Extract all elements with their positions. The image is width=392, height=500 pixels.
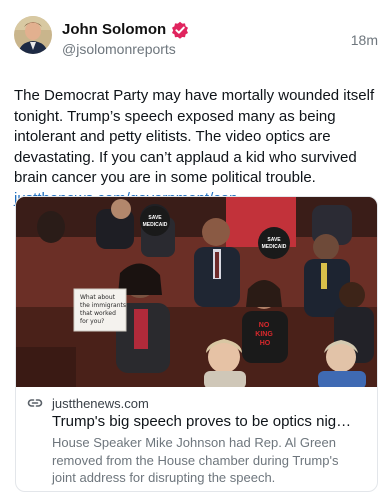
card-title[interactable]: Trump's big speech proves to be optics n… [52,413,359,430]
author-handle[interactable]: @jsolomonreports [62,41,351,57]
avatar-photo-icon [14,16,52,54]
news-photo-icon: SAVE MEDICAID SAVE MEDICAID What about t… [16,197,377,387]
svg-text:MEDICAID: MEDICAID [143,222,168,228]
post-header: John Solomon @jsolomonreports 18m [14,16,378,60]
card-domain-row: justthenews.com [26,395,367,411]
link-preview-card[interactable]: SAVE MEDICAID SAVE MEDICAID What about t… [15,196,378,492]
svg-text:MEDICAID: MEDICAID [262,244,287,250]
card-body: justthenews.com Trump's big speech prove… [16,387,377,487]
verified-badge-icon [171,21,189,39]
card-domain: justthenews.com [52,395,149,411]
card-description: House Speaker Mike Johnson had Rep. Al G… [52,435,339,485]
post-text: The Democrat Party may have mortally wou… [14,86,376,209]
post-timestamp[interactable]: 18m [351,32,378,48]
post-container[interactable]: John Solomon @jsolomonreports 18m The De… [0,0,392,500]
svg-text:SAVE: SAVE [267,237,281,243]
avatar[interactable] [14,16,52,54]
author-names: John Solomon @jsolomonreports [62,16,351,57]
author-display-name[interactable]: John Solomon [62,21,166,38]
link-icon [26,395,44,411]
post-body: The Democrat Party may have mortally wou… [14,87,375,186]
svg-text:SAVE: SAVE [148,215,162,221]
